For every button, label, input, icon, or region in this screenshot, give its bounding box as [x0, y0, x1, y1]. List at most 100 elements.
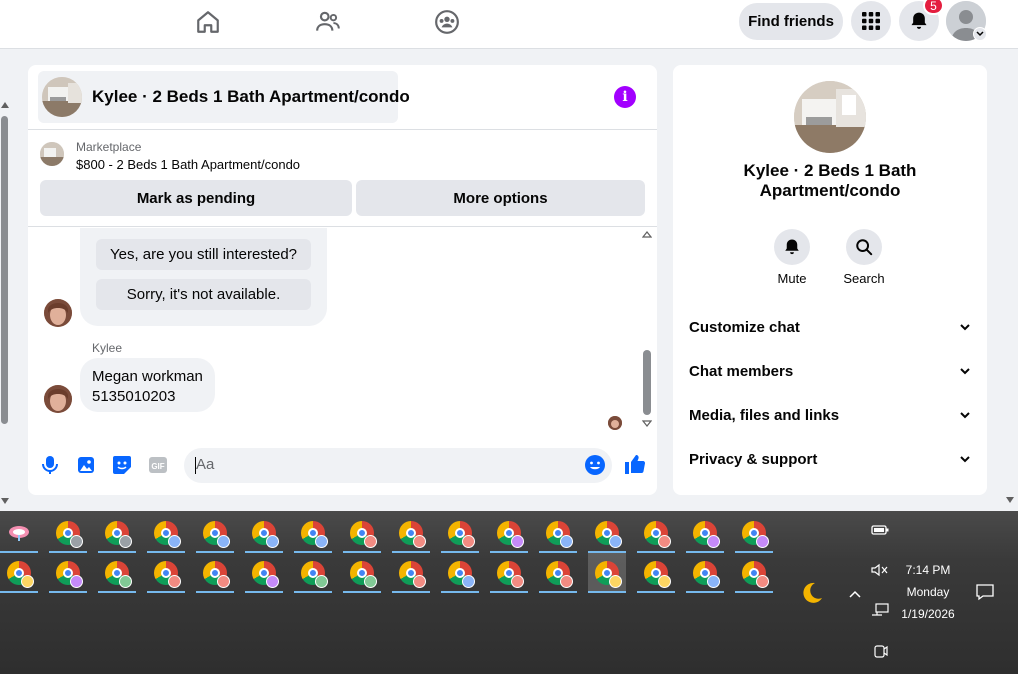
photo-icon[interactable] [75, 454, 97, 476]
privacy-support-row[interactable]: Privacy & support [689, 447, 971, 471]
chrome-icon [497, 561, 524, 588]
taskbar-row2-app-5[interactable] [196, 553, 234, 593]
network-icon[interactable] [871, 603, 889, 619]
message-input[interactable] [196, 456, 576, 473]
chat-scrollbar[interactable] [640, 228, 654, 433]
privacy-support-label: Privacy & support [689, 450, 818, 468]
running-indicator [147, 591, 185, 593]
chrome-icon [350, 521, 377, 548]
chevron-down-icon [960, 324, 970, 331]
gif-icon[interactable]: GIF [147, 454, 169, 476]
taskbar-row1-app-8[interactable] [343, 513, 381, 553]
taskbar-row1-app-5[interactable] [196, 513, 234, 553]
taskbar-row1-app-1[interactable] [0, 513, 38, 553]
chrome-profile-badge [70, 575, 83, 588]
clock-day[interactable]: Monday [898, 585, 958, 599]
night-light-moon-icon[interactable] [800, 581, 824, 605]
customize-chat-row[interactable]: Customize chat [689, 315, 971, 339]
taskbar-row1-app-4[interactable] [147, 513, 185, 553]
chrome-profile-badge [119, 535, 132, 548]
notification-center-icon[interactable] [975, 583, 995, 601]
search-icon [856, 239, 873, 256]
page-scrollbar[interactable] [0, 98, 10, 508]
taskbar-row2-app-9[interactable] [392, 553, 430, 593]
media-files-links-row[interactable]: Media, files and links [689, 403, 971, 427]
quick-reply-still-interested[interactable]: Yes, are you still interested? [96, 239, 311, 270]
taskbar-row2-app-10[interactable] [441, 553, 479, 593]
chrome-icon [399, 561, 426, 588]
info-icon[interactable]: i [614, 86, 636, 108]
chrome-profile-badge [511, 575, 524, 588]
message-line-phone: 5135010203 [92, 388, 176, 405]
marketplace-listing-title[interactable]: $800 - 2 Beds 1 Bath Apartment/condo [76, 157, 300, 172]
chrome-profile-badge [364, 575, 377, 588]
taskbar-row2-app-4[interactable] [147, 553, 185, 593]
kylee-avatar[interactable] [44, 299, 72, 327]
taskbar-row2-app-3[interactable] [98, 553, 136, 593]
running-indicator [196, 591, 234, 593]
clock-time[interactable]: 7:14 PM [898, 563, 958, 577]
kylee-avatar-2[interactable] [44, 385, 72, 413]
emoji-icon[interactable] [584, 454, 606, 476]
taskbar-row2-app-8[interactable] [343, 553, 381, 593]
taskbar-row2-app-14[interactable] [637, 553, 675, 593]
message-line-name: Megan workman [92, 368, 203, 385]
chrome-icon [301, 521, 328, 548]
taskbar-row1-app-2[interactable] [49, 513, 87, 553]
more-options-button[interactable]: More options [356, 180, 645, 216]
svg-text:GIF: GIF [151, 462, 164, 471]
sticker-icon[interactable] [111, 454, 133, 476]
message-bubble[interactable]: Megan workman 5135010203 [80, 358, 215, 412]
taskbar-row1-app-9[interactable] [392, 513, 430, 553]
friends-icon[interactable] [314, 8, 342, 36]
account-chevron-icon[interactable] [973, 27, 987, 41]
show-hidden-icons-chevron[interactable] [848, 586, 862, 600]
chrome-profile-badge [658, 535, 671, 548]
chrome-icon [252, 521, 279, 548]
taskbar-row1-app-10[interactable] [441, 513, 479, 553]
page-scrollbar-thumb[interactable] [1, 116, 8, 424]
taskbar-row1-app-16[interactable] [735, 513, 773, 553]
taskbar-row1-app-11[interactable] [490, 513, 528, 553]
clock-date[interactable]: 1/19/2026 [893, 607, 963, 621]
conversation-photo[interactable] [794, 81, 866, 153]
chrome-profile-badge [168, 575, 181, 588]
find-friends-button[interactable]: Find friends [739, 3, 843, 40]
chevron-down-icon [960, 412, 970, 419]
mark-as-pending-button[interactable]: Mark as pending [40, 180, 352, 216]
volume-muted-icon[interactable] [871, 563, 889, 579]
chat-scrollbar-thumb[interactable] [643, 350, 651, 415]
taskbar-row1-app-12[interactable] [539, 513, 577, 553]
taskbar-row2-app-16[interactable] [735, 553, 773, 593]
taskbar-row1-app-3[interactable] [98, 513, 136, 553]
chat-header[interactable]: Kylee · 2 Beds 1 Bath Apartment/condo [38, 71, 410, 123]
groups-icon[interactable] [433, 8, 461, 36]
quick-reply-not-available[interactable]: Sorry, it's not available. [96, 279, 311, 310]
chrome-icon [644, 521, 671, 548]
taskbar-row2-app-1[interactable] [0, 553, 38, 593]
menu-grid-button[interactable] [851, 1, 891, 41]
taskbar-row2-app-15[interactable] [686, 553, 724, 593]
home-icon[interactable] [194, 8, 222, 36]
taskbar-row2-app-12[interactable] [539, 553, 577, 593]
taskbar-row1-app-15[interactable] [686, 513, 724, 553]
chat-members-row[interactable]: Chat members [689, 359, 971, 383]
taskbar-row2-app-2[interactable] [49, 553, 87, 593]
message-composer[interactable] [184, 448, 612, 483]
taskbar-row2-app-11[interactable] [490, 553, 528, 593]
taskbar-row2-app-13[interactable] [588, 553, 626, 593]
microphone-icon[interactable] [39, 454, 61, 476]
battery-icon[interactable] [871, 523, 889, 537]
taskbar-row2-app-6[interactable] [245, 553, 283, 593]
taskbar-row2-app-7[interactable] [294, 553, 332, 593]
search-button[interactable] [846, 229, 882, 265]
mute-button[interactable] [774, 229, 810, 265]
taskbar-row1-app-7[interactable] [294, 513, 332, 553]
thumbs-up-icon[interactable] [623, 452, 647, 476]
bell-icon [785, 239, 799, 255]
taskbar-row1-app-14[interactable] [637, 513, 675, 553]
page-scroll-down-arrow[interactable] [1006, 497, 1014, 503]
meet-now-icon[interactable] [872, 643, 888, 659]
taskbar-row1-app-13[interactable] [588, 513, 626, 553]
taskbar-row1-app-6[interactable] [245, 513, 283, 553]
